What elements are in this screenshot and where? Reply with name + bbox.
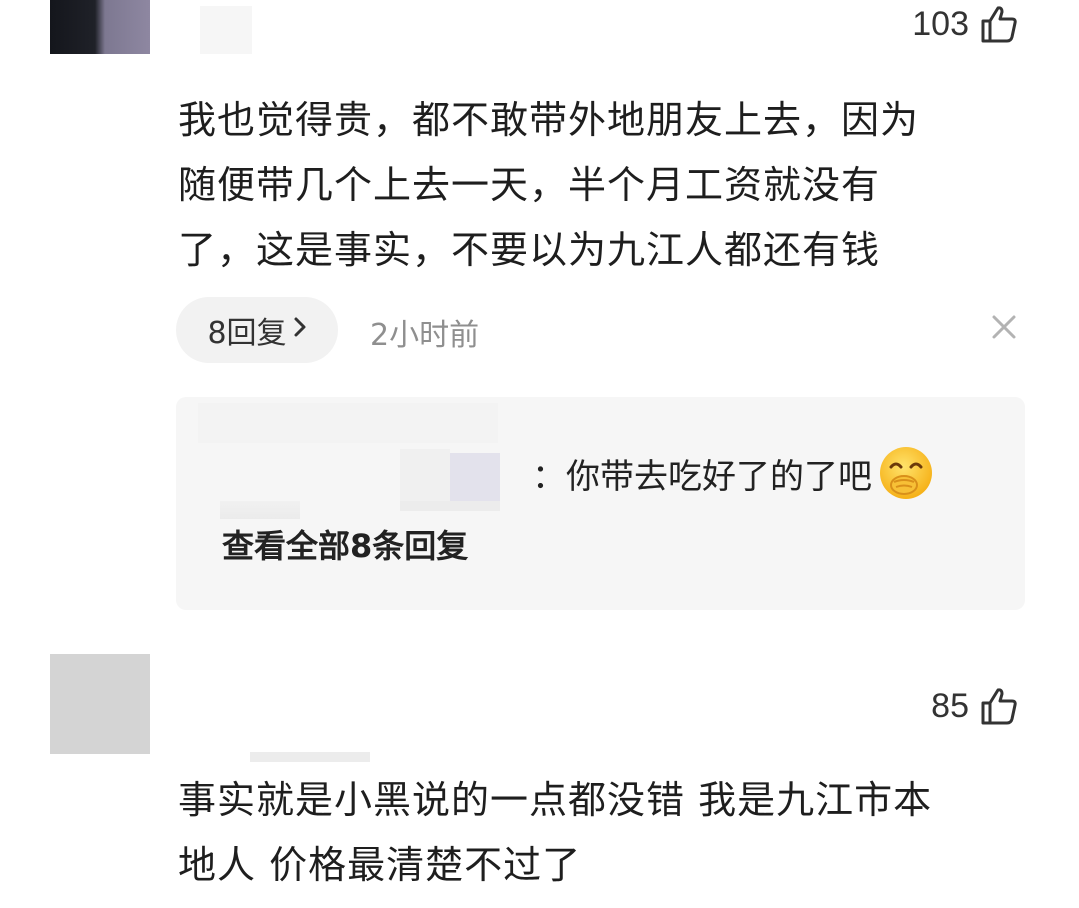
comment-feed: 103 我也觉得贵，都不敢带外地朋友上去，因为 随便带几个上去一天，半个月工资就… [0,0,1079,908]
username-redacted[interactable] [200,6,252,54]
view-all-replies-link[interactable]: 查看全部8条回复 [222,521,468,567]
comment-body: 事实就是小黑说的一点都没错 我是九江市本 地人 价格最清楚不过了 [178,768,1038,898]
chevron-right-icon [293,315,307,345]
redacted-area [450,453,500,501]
like-count: 103 [912,4,969,43]
redacted-area [198,403,498,443]
like-button[interactable]: 85 [931,684,1019,728]
comment-line: 事实就是小黑说的一点都没错 我是九江市本 [178,778,933,822]
replies-button[interactable]: 8回复 [176,297,338,363]
thumbs-up-icon[interactable] [979,4,1019,44]
avatar[interactable] [50,654,150,754]
comment-line: 随便带几个上去一天，半个月工资就没有 [178,163,881,207]
reply-preview[interactable]: ：你带去吃好了的了吧 查看全部8条回复 [176,397,1025,610]
redacted-area [400,501,500,511]
comment-timestamp: 2小时前 [370,318,480,353]
username-redacted[interactable] [250,752,370,762]
reply-text: ：你带去吃好了的了吧 [532,445,934,501]
smiling-face-with-hand-over-mouth-icon [878,445,934,501]
comment-line: 了，这是事实，不要以为九江人都还有钱 [178,228,881,272]
comment-line: 地人 价格最清楚不过了 [178,843,582,887]
avatar[interactable] [50,0,150,54]
comment-body: 我也觉得贵，都不敢带外地朋友上去，因为 随便带几个上去一天，半个月工资就没有 了… [178,88,1008,283]
redacted-area [220,501,300,519]
reply-content: ：你带去吃好了的了吧 [532,456,872,497]
thumbs-up-icon[interactable] [979,686,1019,726]
close-icon[interactable] [989,312,1019,342]
redacted-area [400,449,450,501]
replies-count-label: 8回复 [207,316,287,351]
like-button[interactable]: 103 [912,2,1019,46]
comment-line: 我也觉得贵，都不敢带外地朋友上去，因为 [178,98,920,142]
like-count: 85 [931,686,969,725]
